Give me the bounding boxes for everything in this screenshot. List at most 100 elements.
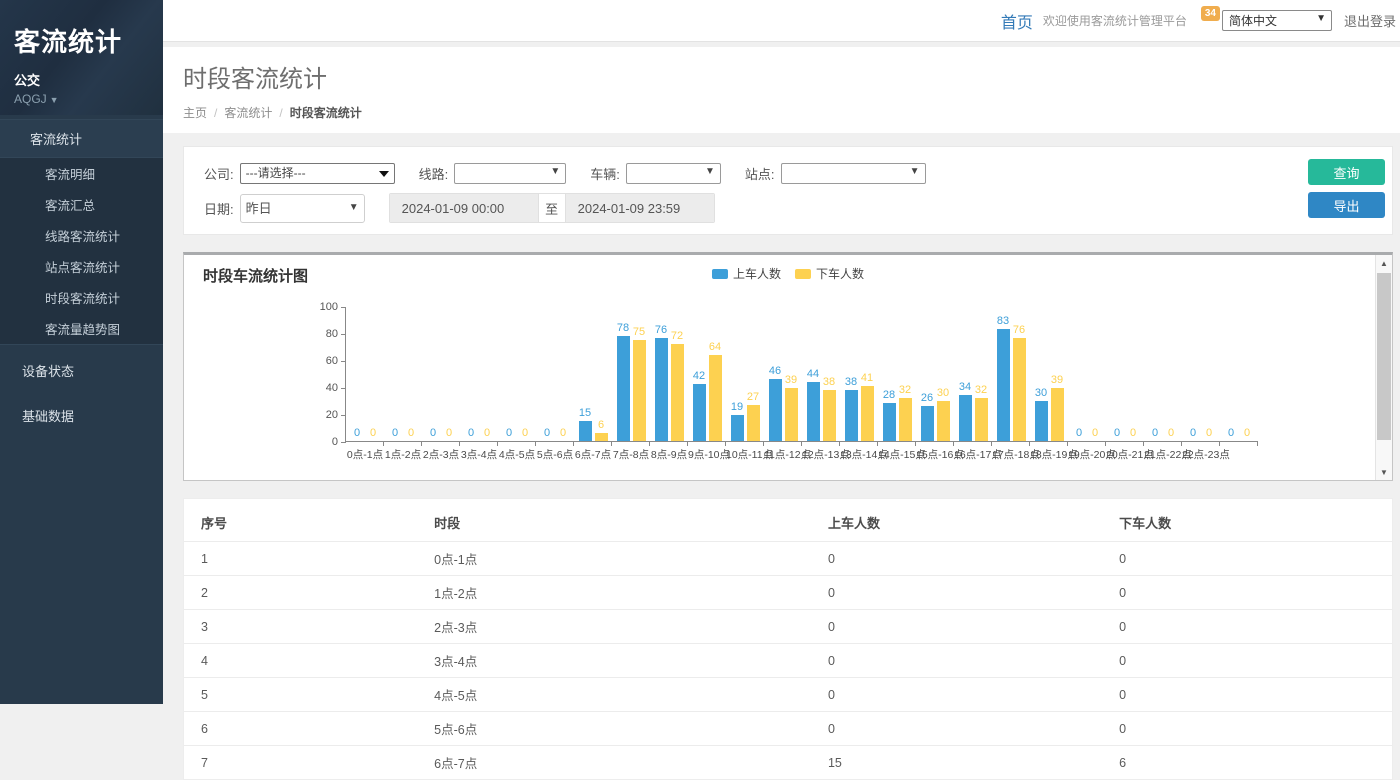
sidebar-item-时段客流统计[interactable]: 时段客流统计: [0, 282, 163, 313]
date-to-input[interactable]: [566, 194, 714, 222]
date-preset-wrap: 昨日 ▼: [240, 194, 365, 223]
page-title: 时段客流统计: [183, 59, 1400, 94]
table-cell: 3: [184, 610, 417, 644]
scrollbar-thumb[interactable]: [1377, 273, 1391, 440]
x-tick-label: 15点-16点: [916, 447, 954, 462]
org-code-dropdown[interactable]: AQGJ▼: [14, 92, 149, 106]
station-label: 站点:: [745, 164, 775, 183]
sidebar-item-客流明细[interactable]: 客流明细: [0, 158, 163, 189]
line-select[interactable]: [454, 163, 566, 184]
bar-value-label: 46: [769, 365, 781, 377]
query-button[interactable]: 查询: [1308, 159, 1385, 185]
y-tick-label: 20: [298, 409, 338, 421]
breadcrumb-item[interactable]: 主页: [183, 106, 207, 120]
bar-value-label: 0: [1076, 427, 1082, 439]
sidebar-item-客流量趋势图[interactable]: 客流量趋势图: [0, 313, 163, 344]
bar-group-4点-5点: 00: [498, 306, 536, 441]
sidebar-item-基础数据[interactable]: 基础数据: [0, 396, 163, 435]
x-tick-label: 2点-3点: [422, 447, 460, 462]
bar-value-label: 38: [823, 376, 835, 388]
company-select[interactable]: ---请选择---: [240, 163, 395, 184]
home-link[interactable]: 首页: [1001, 9, 1033, 33]
bar-value-label: 0: [354, 427, 360, 439]
table-cell: 2点-3点: [417, 610, 811, 644]
table-cell: 4: [184, 644, 417, 678]
breadcrumb-separator: /: [279, 106, 282, 120]
page-header: 时段客流统计 主页/客流统计/时段客流统计: [163, 47, 1400, 133]
bar-value-label: 27: [747, 391, 759, 403]
date-from-input[interactable]: [390, 194, 538, 222]
table-cell: 5点-6点: [417, 712, 811, 746]
x-tick: [1143, 441, 1144, 446]
scroll-up-icon[interactable]: ▲: [1376, 255, 1392, 271]
logout-link[interactable]: 退出登录: [1344, 11, 1396, 30]
topbar: 首页 欢迎使用客流统计管理平台 34 简体中文 ▼ 退出登录: [163, 0, 1400, 42]
bar-group-0点-1点: 00: [346, 306, 384, 441]
x-tick-label: 20点-21点: [1106, 447, 1144, 462]
bar-column: 27: [747, 405, 760, 441]
date-preset-select[interactable]: 昨日: [240, 194, 365, 223]
x-tick: [383, 441, 384, 446]
legend-item-下车人数[interactable]: 下车人数: [795, 265, 864, 282]
table-body: 10点-1点0021点-2点0032点-3点0043点-4点0054点-5点00…: [184, 542, 1392, 780]
station-select-wrap: ▼: [781, 163, 926, 184]
bar-group-7点-8点: 7875: [612, 306, 650, 441]
bar-value-label: 28: [883, 389, 895, 401]
x-tick: [535, 441, 536, 446]
legend-item-上车人数[interactable]: 上车人数: [712, 265, 781, 282]
chart-plot-area: 0204060801000000000000001567875767242641…: [346, 307, 1258, 442]
bar-下车人数: [899, 398, 912, 441]
station-select[interactable]: [781, 163, 926, 184]
y-tick-label: 60: [298, 355, 338, 367]
sidebar-item-线路客流统计[interactable]: 线路客流统计: [0, 220, 163, 251]
table-cell: 1点-2点: [417, 576, 811, 610]
breadcrumb-item: 时段客流统计: [290, 106, 362, 120]
x-tick-label: 18点-19点: [1030, 447, 1068, 462]
bar-上车人数: [769, 379, 782, 441]
x-tick: [573, 441, 574, 446]
sidebar-item-客流汇总[interactable]: 客流汇总: [0, 189, 163, 220]
x-tick: [725, 441, 726, 446]
x-tick: [1219, 441, 1220, 446]
bar-value-label: 83: [997, 315, 1009, 327]
bar-column: 76: [1013, 338, 1026, 441]
scroll-down-icon[interactable]: ▼: [1376, 464, 1392, 480]
bar-value-label: 44: [807, 368, 819, 380]
sidebar-item-站点客流统计[interactable]: 站点客流统计: [0, 251, 163, 282]
filter-row-2: 日期: 昨日 ▼ 至: [204, 194, 1376, 222]
table-column-header: 序号: [184, 503, 417, 542]
bar-value-label: 0: [370, 427, 376, 439]
export-button[interactable]: 导出: [1308, 192, 1385, 218]
filter-row-1: 公司: ---请选择--- 线路: ▼ 车辆: ▼ 站点:: [204, 159, 1376, 187]
bar-下车人数: [1051, 388, 1064, 441]
bar-value-label: 42: [693, 370, 705, 382]
bar-value-label: 15: [579, 407, 591, 419]
x-tick: [763, 441, 764, 446]
bar-value-label: 0: [1168, 427, 1174, 439]
table-cell: 0: [1102, 644, 1392, 678]
bar-上车人数: [655, 338, 668, 441]
sidebar-item-设备状态[interactable]: 设备状态: [0, 351, 163, 390]
table-cell: 0点-1点: [417, 542, 811, 576]
bar-下车人数: [975, 398, 988, 441]
breadcrumb-item[interactable]: 客流统计: [224, 106, 272, 120]
bar-value-label: 76: [655, 324, 667, 336]
notification-badge[interactable]: 34: [1201, 6, 1220, 21]
bar-column: 46: [769, 379, 782, 441]
bar-group-2点-3点: 00: [422, 306, 460, 441]
x-tick: [839, 441, 840, 446]
bar-group-8点-9点: 76 72: [650, 306, 688, 441]
vehicle-select[interactable]: [626, 163, 721, 184]
x-tick-label: 3点-4点: [460, 447, 498, 462]
bar-group-22点-23点: 00: [1182, 306, 1220, 441]
language-select[interactable]: 简体中文: [1222, 10, 1332, 31]
chart-scrollbar[interactable]: ▲ ▼: [1375, 255, 1392, 480]
bar-group-23点-24点: 00: [1220, 306, 1258, 441]
x-tick-label: 0点-1点: [346, 447, 384, 462]
bar-上车人数: [1035, 401, 1048, 442]
chart-legend: 上车人数下车人数: [712, 265, 864, 282]
sidebar-section-客流统计[interactable]: 客流统计: [0, 120, 163, 158]
bar-value-label: 0: [430, 427, 436, 439]
bar-column: 72: [671, 344, 684, 441]
bar-value-label: 0: [446, 427, 452, 439]
